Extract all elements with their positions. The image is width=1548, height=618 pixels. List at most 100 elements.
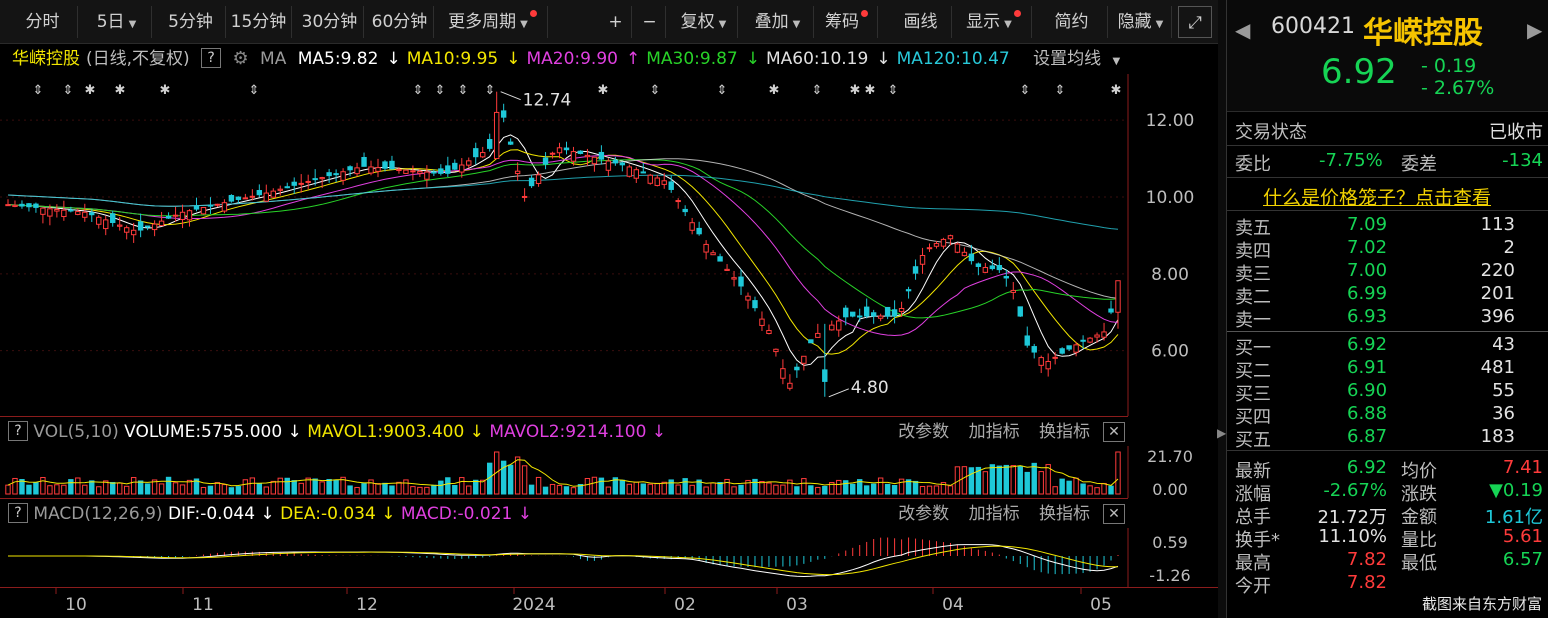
- low-callout-line: [828, 388, 849, 398]
- toolbar-button-5[interactable]: 60分钟: [366, 6, 434, 38]
- next-stock-icon[interactable]: ▶: [1527, 18, 1542, 42]
- toolbar-button-0[interactable]: 分时: [8, 6, 78, 38]
- candle-body: [954, 243, 961, 253]
- ma-legend-bar: 华嵘控股 (日线,不复权) ? ⚙ MA MA5:9.82 ↓ MA10:9.95 ↓ M…: [0, 44, 1128, 74]
- event-marker-icon[interactable]: ✱: [769, 83, 780, 98]
- toolbar-button-label: 显示: [966, 12, 1001, 32]
- toolbar-button-10[interactable]: 叠加 ▼: [742, 6, 814, 38]
- prev-stock-icon[interactable]: ◀: [1235, 18, 1250, 42]
- weibi-label: 委比: [1235, 154, 1271, 175]
- toolbar-button-label: 画线: [903, 12, 938, 32]
- volume-bar: [1066, 480, 1072, 495]
- toolbar-button-4[interactable]: 30分钟: [296, 6, 364, 38]
- event-marker-icon[interactable]: ⇕: [1055, 83, 1066, 98]
- candle-body: [640, 171, 646, 174]
- macd-close-icon[interactable]: ✕: [1103, 504, 1125, 524]
- toolbar-button-15[interactable]: 隐藏 ▼: [1110, 6, 1172, 38]
- price-cage-link[interactable]: 什么是价格笼子？点击查看: [1263, 183, 1491, 210]
- toolbar-button-1[interactable]: 5日 ▼: [82, 6, 152, 38]
- volume-bar: [961, 466, 968, 495]
- ma-legend-value: MA60:10.19: [765, 49, 869, 69]
- help-button[interactable]: ?: [201, 48, 222, 68]
- expand-icon[interactable]: ⤢: [1178, 6, 1212, 38]
- macd-edit-params-button[interactable]: 改参数: [898, 504, 949, 524]
- notification-dot: [1013, 10, 1021, 17]
- candle-body: [123, 227, 130, 233]
- event-marker-icon[interactable]: ⇕: [249, 83, 260, 98]
- candlestick-chart[interactable]: 12.00 10.00 8.00 6.00 ⇕ ⇕ ✱ ✱ ✱ ⇕ ⇕ ⇕ ⇕ ⇕ ✱ ⇕ ⇕ ✱ ⇕ ✱ ✱ ⇕ ⇕ ⇕ ✱ 1…: [0, 74, 1218, 416]
- volume-add-indicator-button[interactable]: 加指标: [969, 422, 1020, 442]
- mavol2-text: MAVOL2:9214.100: [489, 422, 647, 442]
- toolbar-button-12[interactable]: 画线: [890, 6, 952, 38]
- toolbar-button-11[interactable]: 筹码: [816, 6, 878, 38]
- volume-bar: [675, 484, 681, 495]
- event-marker-icon[interactable]: ✱: [598, 83, 609, 98]
- set-ma-button[interactable]: 设置均线 ▼: [1033, 49, 1126, 69]
- volume-bar: [438, 480, 444, 495]
- macd-add-indicator-button[interactable]: 加指标: [969, 504, 1020, 524]
- event-marker-icon[interactable]: ⇕: [650, 83, 661, 98]
- event-marker-icon[interactable]: ✱: [115, 83, 126, 98]
- candle-body: [466, 160, 472, 166]
- event-marker-icon[interactable]: ✱: [865, 83, 876, 98]
- toolbar-button-3[interactable]: 15分钟: [226, 6, 292, 38]
- macd-switch-indicator-button[interactable]: 换指标: [1039, 504, 1090, 524]
- event-marker-icon[interactable]: ⇕: [1020, 83, 1031, 98]
- event-marker-icon[interactable]: ⇕: [717, 83, 728, 98]
- candle-body: [1045, 361, 1051, 370]
- macd-chart[interactable]: 0.59 -1.26: [0, 528, 1218, 587]
- event-marker-icon[interactable]: ⇕: [812, 83, 823, 98]
- toolbar-button-2[interactable]: 5分钟: [156, 6, 226, 38]
- volume-bar: [535, 476, 542, 495]
- macd-help-button[interactable]: ?: [8, 503, 28, 523]
- event-marker-icon[interactable]: ⇕: [458, 83, 469, 98]
- candle-body: [745, 295, 751, 301]
- toolbar-button-label: 叠加: [754, 12, 789, 32]
- event-marker-icon[interactable]: ⇕: [435, 83, 446, 98]
- level-price: 7.09: [1347, 214, 1388, 235]
- divider: [1227, 210, 1548, 211]
- volume-bar: [926, 485, 933, 495]
- event-marker-icon[interactable]: ⇕: [33, 83, 44, 98]
- volume-help-button[interactable]: ?: [8, 421, 28, 441]
- candle-body: [368, 166, 374, 174]
- toolbar-button-9[interactable]: 复权 ▼: [670, 6, 738, 38]
- volume-bar: [445, 477, 451, 495]
- event-marker-icon[interactable]: ⇕: [888, 83, 899, 98]
- event-marker-icon[interactable]: ⇕: [413, 83, 424, 98]
- event-marker-icon[interactable]: ⇕: [63, 83, 74, 98]
- mavol1-value: MAVOL1:9003.400 ↓: [307, 422, 484, 442]
- ma-trend-arrow: ↓: [876, 49, 891, 69]
- toolbar-button-7[interactable]: +: [600, 6, 632, 38]
- volume-bar: [710, 482, 716, 495]
- event-marker-icon[interactable]: ⇕: [485, 83, 496, 98]
- candle-body: [473, 148, 479, 158]
- candle-body: [75, 211, 81, 215]
- candle-body: [333, 173, 339, 176]
- event-marker-icon[interactable]: ✱: [850, 83, 861, 98]
- volume-bar: [808, 485, 814, 495]
- volume-switch-indicator-button[interactable]: 换指标: [1039, 422, 1090, 442]
- toolbar-button-8[interactable]: −: [634, 6, 666, 38]
- candle-body: [1108, 308, 1114, 313]
- volume-bar: [424, 486, 430, 495]
- ma-legend-value: MA20:9.90: [526, 49, 618, 69]
- candle-body: [284, 186, 290, 189]
- change-amount: - 0.19: [1421, 55, 1477, 77]
- toolbar-button-13[interactable]: 显示 ▼: [956, 6, 1032, 38]
- candle-body: [808, 339, 814, 344]
- volume-edit-params-button[interactable]: 改参数: [898, 422, 949, 442]
- event-marker-icon[interactable]: ✱: [85, 83, 96, 98]
- volume-close-icon[interactable]: ✕: [1103, 422, 1125, 442]
- volume-chart[interactable]: 21.70 0.00: [0, 446, 1218, 498]
- candle-body: [856, 315, 863, 318]
- event-marker-icon[interactable]: ✱: [160, 83, 171, 98]
- event-marker-icon[interactable]: ✱: [1111, 83, 1122, 98]
- collapse-panel-icon[interactable]: ▶: [1217, 418, 1226, 448]
- volume-bar: [500, 460, 507, 495]
- toolbar-button-14[interactable]: 简约: [1036, 6, 1108, 38]
- gear-icon[interactable]: ⚙: [232, 48, 248, 69]
- candle-body: [438, 168, 444, 174]
- toolbar-button-6[interactable]: 更多周期 ▼: [438, 6, 548, 38]
- ma-legend-item: MA5:9.82 ↓: [298, 49, 401, 69]
